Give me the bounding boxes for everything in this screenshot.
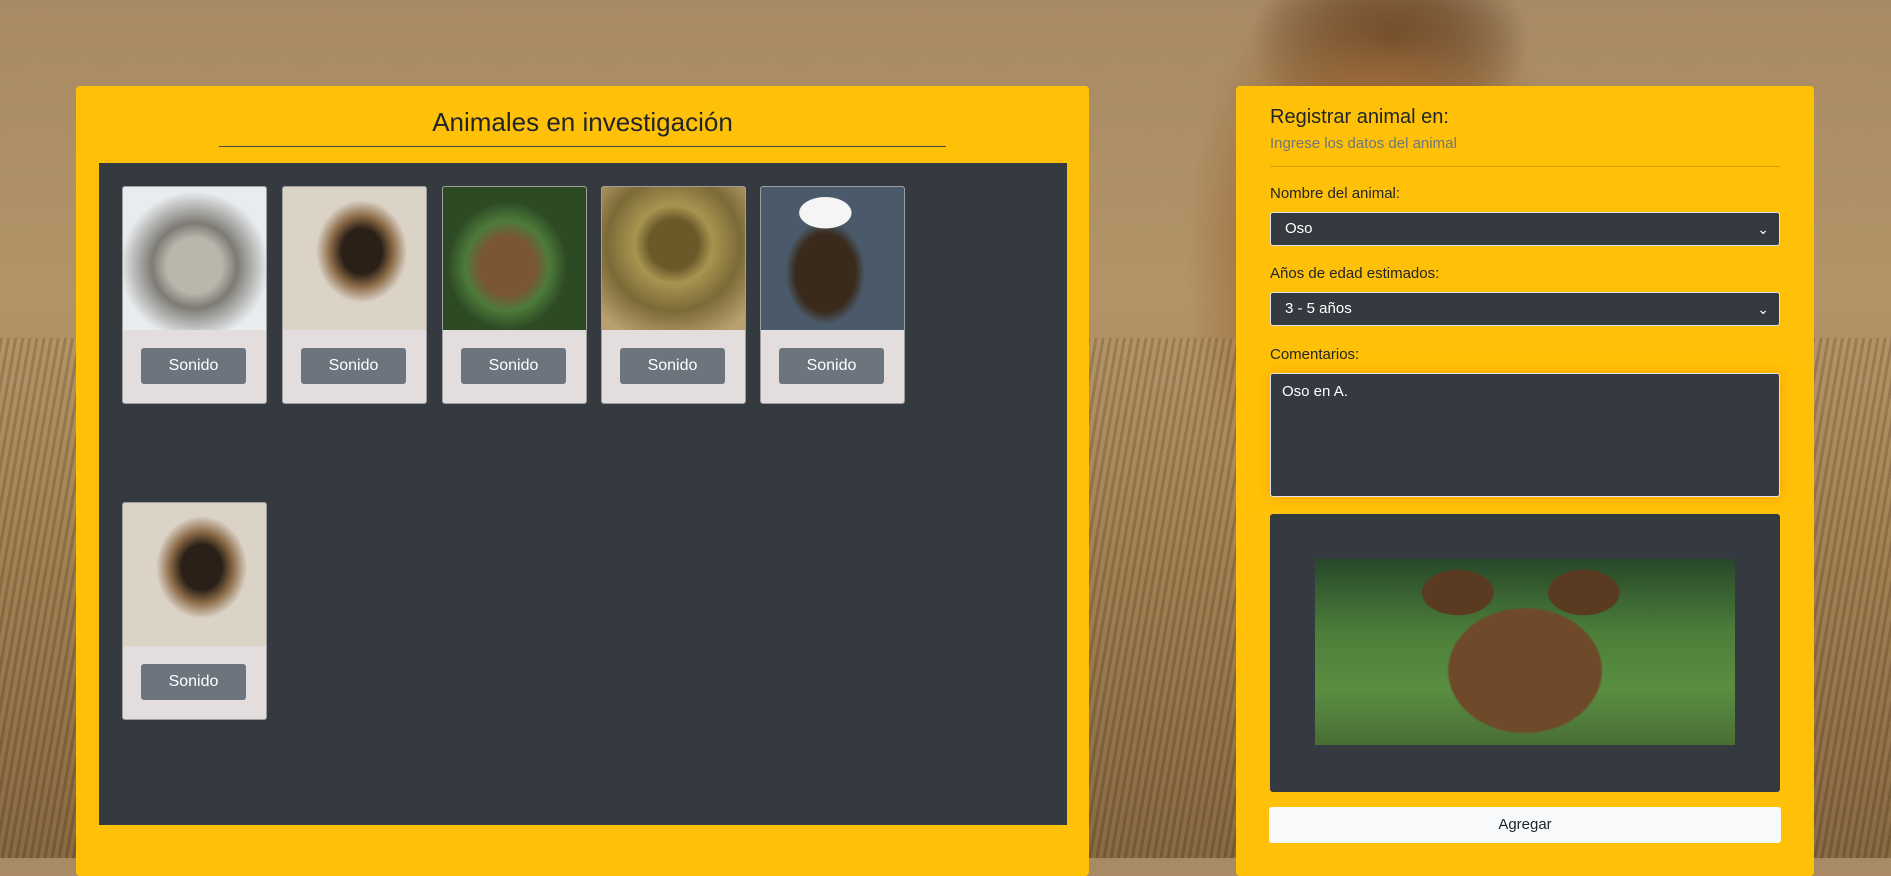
bear-image[interactable]: [443, 187, 586, 330]
register-animal-panel: Registrar animal en: Ingrese los datos d…: [1236, 86, 1814, 876]
age-label: Años de edad estimados:: [1270, 265, 1440, 282]
comments-textarea[interactable]: Oso en A.: [1270, 373, 1780, 497]
sound-button[interactable]: Sonido: [141, 348, 246, 384]
lion-image[interactable]: [123, 503, 266, 646]
sound-button[interactable]: Sonido: [620, 348, 725, 384]
add-button[interactable]: Agregar: [1269, 807, 1781, 843]
animal-card-bear[interactable]: Sonido: [442, 186, 587, 404]
animal-card-snake[interactable]: Sonido: [601, 186, 746, 404]
comments-label: Comentarios:: [1270, 346, 1360, 363]
animal-card-eagle[interactable]: Sonido: [760, 186, 905, 404]
snake-image[interactable]: [602, 187, 745, 330]
divider: [1270, 166, 1780, 167]
form-title: Registrar animal en:: [1270, 106, 1449, 128]
animal-card-lion[interactable]: Sonido: [122, 502, 267, 720]
animal-name-label: Nombre del animal:: [1270, 185, 1401, 202]
sound-button[interactable]: Sonido: [461, 348, 566, 384]
gallery-title: Animales en investigación: [219, 106, 946, 147]
animals-gallery-panel: Animales en investigación Sonido Sonido …: [76, 86, 1089, 876]
animals-gallery: Sonido Sonido Sonido Sonido Sonido Sonid…: [99, 163, 1067, 825]
chevron-down-icon: ⌄: [1757, 301, 1769, 317]
animal-card-lion[interactable]: Sonido: [282, 186, 427, 404]
wolf-image[interactable]: [123, 187, 266, 330]
eagle-image[interactable]: [761, 187, 904, 330]
sound-button[interactable]: Sonido: [141, 664, 246, 700]
lion-image[interactable]: [283, 187, 426, 330]
sound-button[interactable]: Sonido: [779, 348, 884, 384]
animal-name-select[interactable]: Oso ⌄: [1270, 212, 1780, 246]
bear-preview-image: [1315, 559, 1735, 745]
age-value: 3 - 5 años: [1285, 300, 1352, 317]
form-subtitle: Ingrese los datos del animal: [1270, 135, 1457, 152]
animal-card-wolf[interactable]: Sonido: [122, 186, 267, 404]
age-select[interactable]: 3 - 5 años ⌄: [1270, 292, 1780, 326]
sound-button[interactable]: Sonido: [301, 348, 406, 384]
chevron-down-icon: ⌄: [1757, 221, 1769, 237]
animal-preview: [1270, 514, 1780, 792]
animal-name-value: Oso: [1285, 220, 1313, 237]
